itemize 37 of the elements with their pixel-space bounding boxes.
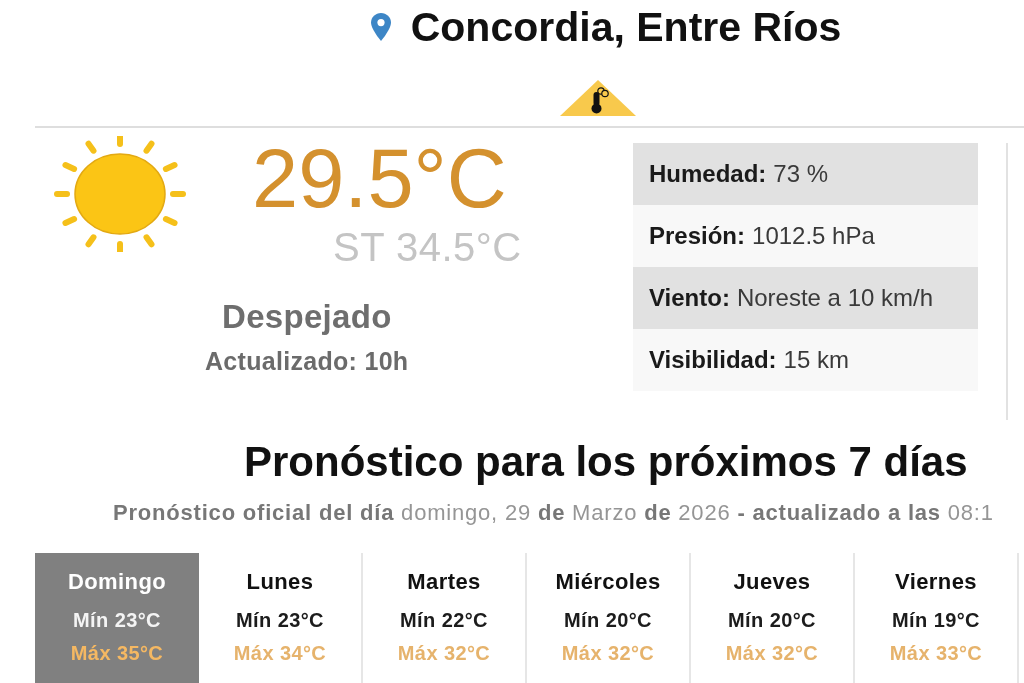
max-temperature: Máx 32°C: [397, 641, 491, 665]
forecast-subtitle: Pronóstico oficial del día domingo, 29 de Marzo de 2026 - actualizado a las 08:1: [113, 500, 994, 526]
forecast-day-card[interactable]: Domingo Mín 23°C Máx 35°C: [35, 553, 199, 683]
forecast-title: Pronóstico para los próximos 7 días: [244, 438, 968, 486]
detail-value: 15 km: [783, 345, 849, 375]
updated-time: Actualizado: 10h: [205, 346, 410, 376]
max-temperature: Máx 32°C: [561, 641, 655, 665]
sun-icon: [52, 136, 188, 252]
detail-label: Presión:: [649, 221, 746, 251]
location-title: Concordia, Entre Ríos: [410, 3, 842, 51]
day-name: Domingo: [67, 569, 167, 595]
detail-value: Noreste a 10 km/h: [736, 283, 933, 313]
detail-label: Visibilidad:: [649, 345, 777, 375]
detail-value: 1012.5 hPa: [752, 221, 875, 251]
max-temperature: Máx 32°C: [725, 641, 819, 665]
max-temperature: Máx 35°C: [70, 641, 164, 665]
day-name: Martes: [407, 569, 481, 595]
detail-label: Viento:: [649, 283, 730, 313]
location-pin-icon: [370, 13, 391, 41]
min-temperature: Mín 23°C: [73, 608, 161, 632]
weather-condition: Despejado: [222, 298, 393, 336]
min-temperature: Mín 20°C: [564, 608, 652, 632]
thermometer-warning-icon: [560, 80, 636, 116]
min-temperature: Mín 19°C: [892, 608, 980, 632]
detail-value: 73 %: [773, 159, 829, 189]
min-temperature: Mín 20°C: [728, 608, 816, 632]
feels-like-temperature: ST 34.5°C: [333, 225, 523, 269]
min-temperature: Mín 22°C: [400, 608, 488, 632]
temperature-value: 29.5°C: [252, 137, 508, 220]
day-name: Jueves: [733, 569, 811, 595]
day-name: Miércoles: [555, 569, 661, 595]
max-temperature: Máx 34°C: [233, 641, 327, 665]
day-name: Lunes: [246, 569, 314, 595]
day-name: Viernes: [895, 569, 977, 595]
min-temperature: Mín 23°C: [236, 608, 324, 632]
max-temperature: Máx 33°C: [889, 641, 983, 665]
detail-label: Humedad:: [649, 159, 767, 189]
